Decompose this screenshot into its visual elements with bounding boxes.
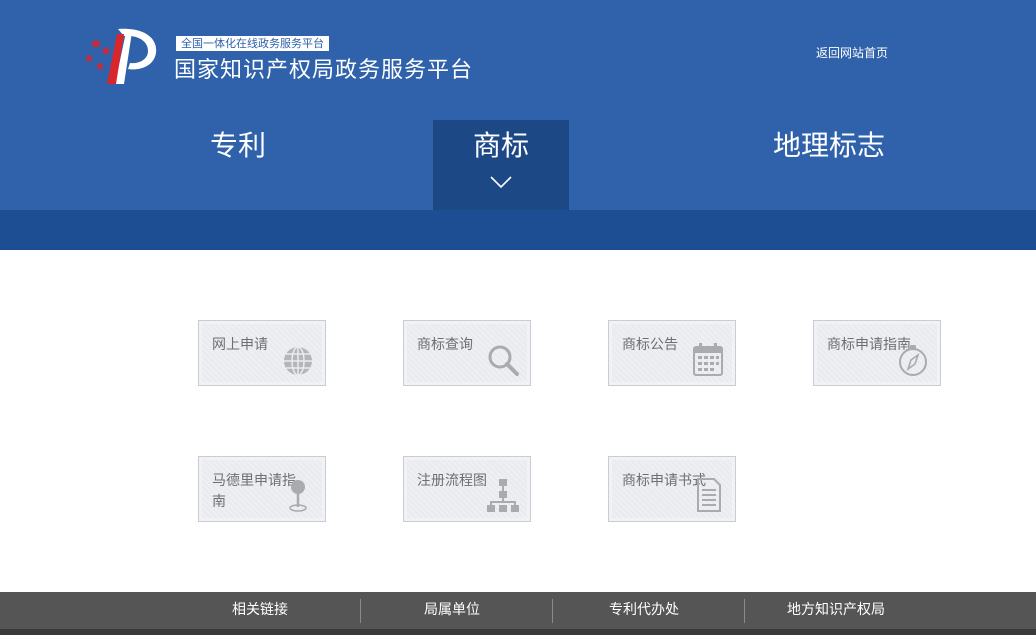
- cnipa-logo: [84, 28, 157, 84]
- footer-link-patent-agencies[interactable]: 专利代办处: [548, 592, 740, 629]
- tab-geo-label: 地理标志: [772, 129, 885, 162]
- home-link[interactable]: 返回网站首页: [816, 45, 888, 61]
- footer-link-local-ip-offices[interactable]: 地方知识产权局: [740, 592, 932, 629]
- tile-online-application[interactable]: 网上申请: [198, 320, 326, 386]
- tab-trademark[interactable]: 商标: [433, 120, 569, 210]
- header-band: [0, 210, 1036, 250]
- site-title: 国家知识产权局政务服务平台: [174, 58, 474, 83]
- platform-tagline: 全国一体化在线政务服务平台: [176, 36, 329, 51]
- calendar-icon: [693, 343, 723, 376]
- tile-trademark-guide[interactable]: 商标申请指南: [813, 320, 941, 386]
- flowchart-icon: [487, 479, 519, 512]
- tab-patent[interactable]: 专利: [170, 120, 306, 210]
- tile-trademark-forms[interactable]: 商标申请书式: [608, 456, 736, 522]
- footer-link-affiliated-units[interactable]: 局属单位: [356, 592, 548, 629]
- tile-madrid-guide[interactable]: 马德里申请指南: [198, 456, 326, 522]
- compass-icon: [899, 345, 927, 376]
- footer: 相关链接 局属单位 专利代办处 地方知识产权局: [0, 592, 1036, 635]
- tab-trademark-label: 商标: [472, 129, 529, 162]
- tile-trademark-search[interactable]: 商标查询: [403, 320, 531, 386]
- magnifier-icon: [488, 345, 519, 376]
- tile-registration-flowchart[interactable]: 注册流程图: [403, 456, 531, 522]
- footer-link-related[interactable]: 相关链接: [164, 592, 356, 629]
- tile-trademark-announcement[interactable]: 商标公告: [608, 320, 736, 386]
- tab-geographical-indication[interactable]: 地理标志: [744, 120, 914, 210]
- tab-patent-label: 专利: [209, 129, 266, 162]
- globe-icon: [284, 346, 312, 376]
- chevron-down-icon: [490, 176, 512, 189]
- map-pin-icon: [289, 480, 307, 512]
- document-icon: [697, 478, 721, 512]
